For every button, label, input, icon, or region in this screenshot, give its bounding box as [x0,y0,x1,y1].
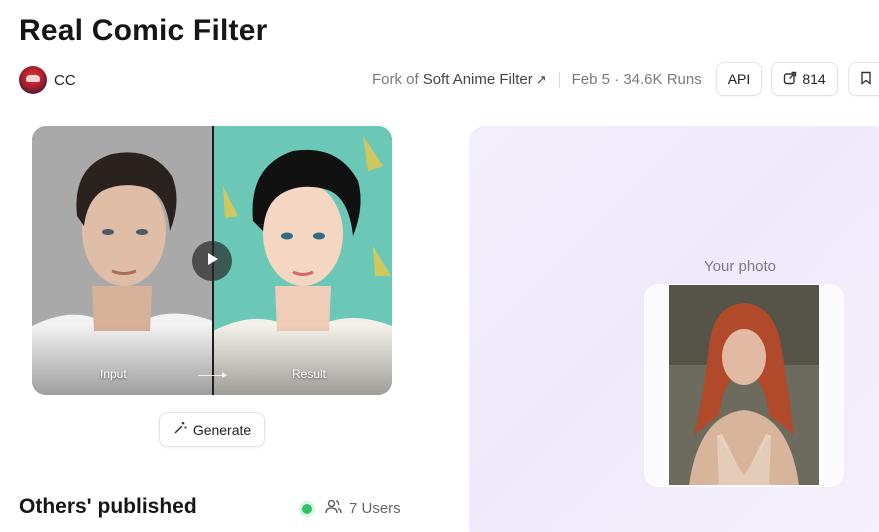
external-link-icon[interactable]: ↗ [536,72,547,88]
users-label: 7 Users [349,500,401,517]
meta-divider [558,71,560,88]
play-icon [204,251,220,272]
avatar[interactable] [19,66,47,94]
bookmark-button[interactable] [848,62,879,96]
magic-wand-icon [173,421,187,438]
api-button-label: API [727,71,751,87]
share-icon [783,71,797,88]
author[interactable]: CC [19,66,76,94]
result-label: Result [292,367,327,381]
generate-button[interactable]: Generate [159,412,265,447]
online-status-dot [302,503,312,514]
users-icon [325,499,342,518]
input-label: Input [100,367,127,381]
your-photo-image[interactable] [669,285,819,485]
your-photo-label: Your photo [704,258,777,275]
bookmark-icon [860,71,872,88]
arrow-right-icon [198,372,227,378]
share-count: 814 [802,71,826,87]
fork-source-link[interactable]: Soft Anime Filter [423,71,533,88]
api-button[interactable]: API [716,62,762,96]
others-published-heading: Others' published [19,495,197,518]
date-runs: Feb 5 · 34.6K Runs [571,71,702,88]
fork-prefix: Fork of [372,71,419,88]
page-title: Real Comic Filter [19,14,268,47]
generate-label: Generate [192,421,252,438]
share-button[interactable]: 814 [771,62,838,96]
model-meta: Fork of Soft Anime Filter ↗ Feb 5 · 34.6… [372,71,702,88]
users-count: 7 Users [302,499,401,518]
author-name[interactable]: CC [54,72,76,89]
before-after-preview[interactable]: Input Result [32,126,392,395]
play-button[interactable] [192,241,232,281]
